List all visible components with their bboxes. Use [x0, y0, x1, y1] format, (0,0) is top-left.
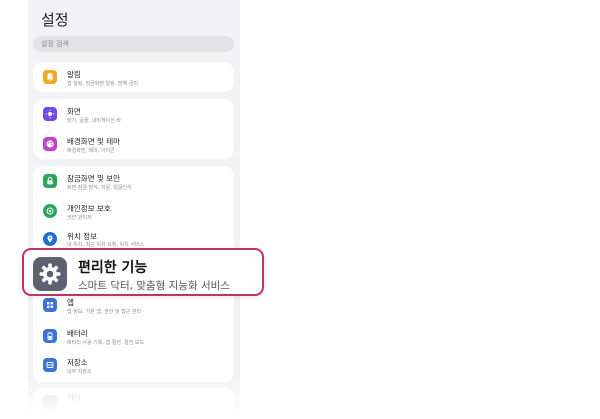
settings-item-label: 저장소	[67, 358, 88, 367]
settings-item-subtitle: 앱 알림, 잠금화면 알림, 방해 금지	[67, 81, 138, 87]
settings-item-subtitle: 배경화면, 테마, 아이콘	[67, 148, 115, 154]
privacy-icon	[43, 204, 57, 218]
settings-item-subtitle: 권한 관리자	[67, 215, 92, 221]
settings-item-subtitle: 내 위치, 최근 위치 요청, 위치 서비스	[67, 242, 145, 248]
settings-item-label: 앱	[67, 298, 74, 307]
location-pin-icon	[43, 232, 57, 246]
callout-subtitle: 스마트 닥터, 맞춤형 지능화 서비스	[78, 280, 230, 292]
settings-item-label: 화면	[67, 107, 81, 116]
settings-group-security: 잠금화면 및 보안 화면 잠금 방식, 지문, 얼굴인식 개인정보 보호 권한 …	[33, 166, 234, 256]
bell-icon	[43, 70, 57, 84]
sun-icon	[43, 107, 57, 121]
settings-group-device: 앱 앱 정보, 기본 앱, 권한 및 접근 관리 배터리 배터리 사용 기록, …	[33, 290, 234, 382]
settings-item-privacy[interactable]: 개인정보 보호 권한 관리자	[33, 196, 234, 226]
settings-item-battery[interactable]: 배터리 배터리 사용 기록, 앱 절전, 절전 모드	[33, 321, 234, 351]
settings-item-lock-security[interactable]: 잠금화면 및 보안 화면 잠금 방식, 지문, 얼굴인식	[33, 166, 234, 196]
settings-item-display[interactable]: 화면 밝기, 글꼴, 내비게이션 바	[33, 99, 234, 129]
highlighted-settings-item-convenience[interactable]: 편리한 기능 스마트 닥터, 맞춤형 지능화 서비스	[22, 248, 264, 296]
lock-icon	[43, 174, 57, 188]
settings-item-label: 알림	[67, 70, 81, 79]
bottom-fade	[28, 375, 240, 419]
battery-icon	[43, 329, 57, 343]
apps-grid-icon	[43, 298, 57, 312]
storage-icon	[43, 358, 57, 372]
settings-item-label: 배경화면 및 테마	[67, 137, 121, 146]
page-title: 설정	[41, 11, 69, 29]
settings-item-subtitle: 앱 정보, 기본 앱, 권한 및 접근 관리	[67, 309, 142, 315]
callout-label: 편리한 기능	[78, 260, 148, 276]
settings-item-notifications[interactable]: 알림 앱 알림, 잠금화면 알림, 방해 금지	[33, 62, 234, 92]
settings-screen: 설정 설정 검색 알림 앱 알림, 잠금화면 알림, 방해 금지 화면 밝기, …	[28, 0, 240, 419]
search-input[interactable]: 설정 검색	[33, 36, 234, 52]
settings-item-subtitle: 밝기, 글꼴, 내비게이션 바	[67, 118, 121, 124]
gear-icon	[33, 257, 67, 291]
settings-item-subtitle: 배터리 사용 기록, 앱 절전, 절전 모드	[67, 340, 145, 346]
settings-item-label: 배터리	[67, 329, 88, 338]
settings-item-subtitle: 화면 잠금 방식, 지문, 얼굴인식	[67, 185, 132, 191]
settings-item-label: 잠금화면 및 보안	[67, 174, 121, 183]
settings-group-display: 화면 밝기, 글꼴, 내비게이션 바 배경화면 및 테마 배경화면, 테마, 아…	[33, 99, 234, 159]
settings-item-subtitle: 내부 저장소	[67, 369, 92, 375]
settings-group-notifications: 알림 앱 알림, 잠금화면 알림, 방해 금지	[33, 62, 234, 92]
settings-item-wallpaper[interactable]: 배경화면 및 테마 배경화면, 테마, 아이콘	[33, 129, 234, 159]
palette-icon	[43, 137, 57, 151]
settings-item-label: 개인정보 보호	[67, 204, 111, 213]
